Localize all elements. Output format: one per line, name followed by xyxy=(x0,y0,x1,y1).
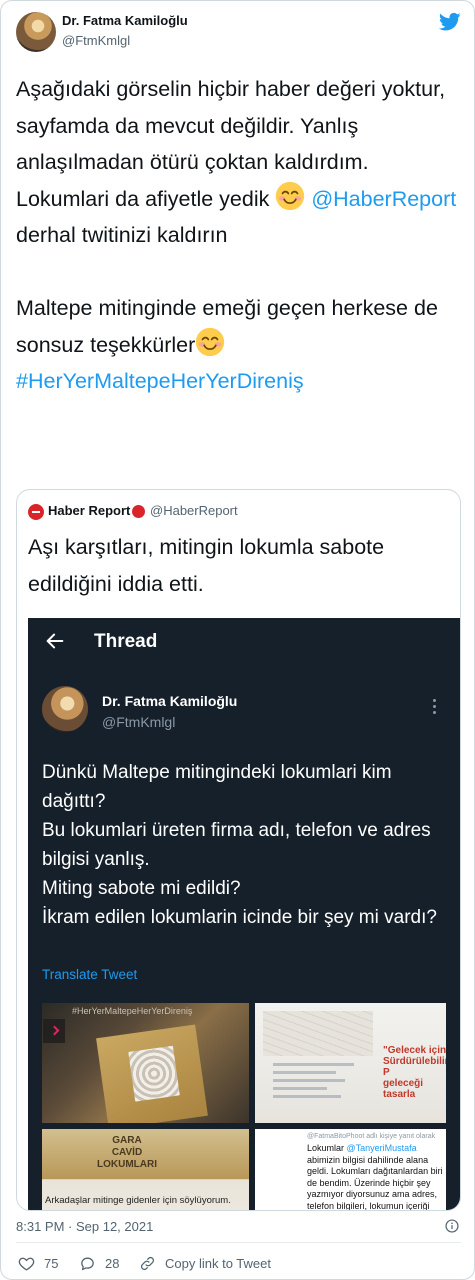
reply-count: 28 xyxy=(105,1255,120,1271)
tweet-timestamp[interactable]: 8:31 PM · Sep 12, 2021 xyxy=(16,1219,153,1234)
media-photo-lokum-box: #HerYerMaltepeHerYerDireniş xyxy=(42,1003,249,1123)
more-icon xyxy=(433,696,436,717)
lokum-label-line: CAVİD xyxy=(111,1147,143,1158)
smile-emoji-icon xyxy=(276,181,305,210)
quoted-screenshot-image[interactable]: Thread Dr. Fatma Kamiloğlu @FtmKmlgl Dün… xyxy=(28,618,460,1211)
media-red-line: geleceği tasarla xyxy=(383,1078,424,1100)
media-photo-company-info: "Gelecek için Sürdürülebilir Pgeleceği ta… xyxy=(255,1003,446,1123)
link-icon xyxy=(140,1256,155,1270)
screenshot-avatar xyxy=(42,686,88,732)
lokum-box-shape xyxy=(96,1024,208,1123)
info-icon[interactable] xyxy=(445,1219,459,1233)
copy-link-button[interactable]: Copy link to Tweet xyxy=(139,1253,271,1273)
media-reply-screenshot: @FatmaBitoPhoot adlı kişiye yanıt olarak… xyxy=(255,1129,446,1211)
quote-author-handle: @HaberReport xyxy=(150,503,238,518)
tweet-text: Aşağıdaki görselin hiçbir haber değeri y… xyxy=(16,71,461,400)
quote-author-name: Haber Report xyxy=(48,503,131,518)
author-name[interactable]: Dr. Fatma Kamiloğlu xyxy=(62,13,188,28)
reply-icon xyxy=(81,1257,94,1270)
reply-text: Lokumlar @TanyeriMustafa abimizin bilgis… xyxy=(307,1143,443,1211)
twitter-logo-icon[interactable] xyxy=(439,12,461,32)
reply-text-a: Lokumlar xyxy=(307,1143,347,1153)
reply-mention: @TanyeriMustafa xyxy=(346,1143,417,1153)
back-arrow-icon xyxy=(46,633,64,649)
footer-divider xyxy=(16,1242,461,1243)
heart-icon xyxy=(18,1257,35,1271)
media-red-text: "Gelecek için Sürdürülebilir Pgeleceği ta… xyxy=(383,1045,446,1100)
copy-link-label: Copy link to Tweet xyxy=(165,1255,271,1271)
media-red-line: Sürdürülebilir P xyxy=(383,1056,446,1078)
author-handle[interactable]: @FtmKmlgl xyxy=(62,33,130,48)
lokum-label-line: GARA xyxy=(112,1135,142,1146)
screenshot-line: Bu lokumlari üreten firma adı, telefon v… xyxy=(42,820,431,870)
tweet-actions: 75 28 Copy link to Tweet xyxy=(16,1253,461,1273)
media-photo-lokum-label: GARA CAVİD LOKUMLARI Arkadaşlar mitinge gi… xyxy=(42,1129,249,1210)
mention-link[interactable]: @HaberReport xyxy=(311,187,456,211)
quote-text: Aşı karşıtları, mitingin lokumla sabote … xyxy=(28,535,385,596)
media-hashtag: #HerYerMaltepeHerYerDireniş xyxy=(72,1006,193,1016)
tweet-text-part3: Maltepe mitinginde emeği geçen herkese d… xyxy=(16,296,438,357)
map-thumbnail xyxy=(263,1011,373,1056)
screenshot-line: Dünkü Maltepe mitingindeki lokumlari kim… xyxy=(42,762,392,812)
screenshot-title: Thread xyxy=(94,631,158,652)
hashtag-link[interactable]: #HerYerMaltepeHerYerDireniş xyxy=(16,369,304,393)
screenshot-translate-link: Translate Tweet xyxy=(42,967,138,982)
quote-author-badge xyxy=(132,505,145,518)
like-button[interactable]: 75 xyxy=(18,1253,58,1273)
haber-report-logo xyxy=(28,504,44,520)
info-lines xyxy=(273,1063,363,1103)
screenshot-line: Miting sabote mi edildi? xyxy=(42,878,241,899)
chevron-right-icon xyxy=(43,1019,65,1043)
screenshot-tweet-text: Dünkü Maltepe mitingindeki lokumlari kim… xyxy=(42,758,452,932)
media-red-line: "Gelecek için xyxy=(383,1045,446,1056)
like-count: 75 xyxy=(44,1255,59,1271)
reply-button[interactable]: 28 xyxy=(79,1253,119,1273)
screenshot-line: İkram edilen lokumlarin icinde bir şey m… xyxy=(42,907,437,928)
tweet-text-part2: derhal twitinizi kaldırın xyxy=(16,223,228,247)
reply-context: @FatmaBitoPhoot adlı kişiye yanıt olarak xyxy=(307,1133,436,1140)
smile-emoji-icon xyxy=(196,327,225,356)
screenshot-author-handle: @FtmKmlgl xyxy=(102,714,176,730)
screenshot-media-grid: #HerYerMaltepeHerYerDireniş "Gelecek içi… xyxy=(42,1003,446,1211)
author-avatar[interactable] xyxy=(16,12,56,52)
quote-tweet-card[interactable]: Haber Report @HaberReport Aşı karşıtları… xyxy=(16,489,461,1211)
media-caption: Arkadaşlar mitinge gidenler için söylüyo… xyxy=(45,1195,231,1206)
screenshot-author-name: Dr. Fatma Kamiloğlu xyxy=(102,693,238,709)
lokum-label: GARA CAVİD LOKUMLARI xyxy=(97,1135,157,1171)
tweet-card: Dr. Fatma Kamiloğlu @FtmKmlgl Aşağıdaki … xyxy=(0,0,475,1280)
lokum-label-line: LOKUMLARI xyxy=(97,1159,157,1170)
reply-text-b: abimizin bilgisi dahilinde alana geldi. … xyxy=(307,1154,443,1211)
